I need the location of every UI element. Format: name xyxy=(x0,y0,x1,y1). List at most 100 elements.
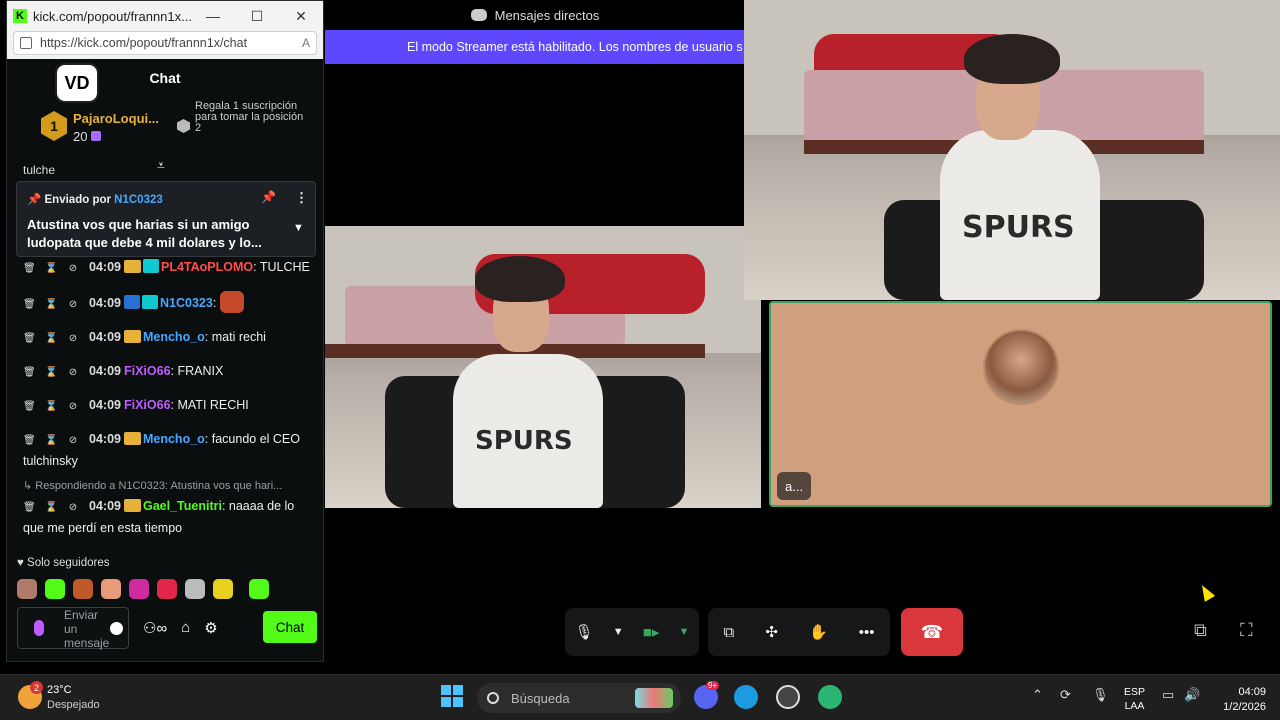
leader-name[interactable]: PajaroLoqui... xyxy=(73,111,159,126)
timeout-icon[interactable]: ⌛ xyxy=(45,295,57,315)
mic-tray-icon[interactable]: 🎙 xyxy=(1092,687,1109,703)
more-icon[interactable]: ••• xyxy=(859,624,875,641)
taskbar-search[interactable]: Búsqueda xyxy=(477,683,681,713)
message-input[interactable]: Enviar un mensaje xyxy=(17,607,129,650)
ban-icon[interactable]: ⊘ xyxy=(67,498,79,518)
sync-icon[interactable]: ⟳ xyxy=(1060,687,1071,703)
scroll-down-icon[interactable]: ⩡ xyxy=(157,157,165,174)
message-username[interactable]: Mencho_o xyxy=(143,330,205,344)
pin-icon[interactable]: 📌 xyxy=(261,190,276,204)
kick-icon: K xyxy=(13,9,27,23)
message-time: 04:09 xyxy=(89,330,121,344)
message-time: 04:09 xyxy=(89,364,121,378)
temperature[interactable]: 23°C xyxy=(47,684,72,696)
gear-icon[interactable]: ⚙ xyxy=(204,619,217,637)
audio-video-controls: 🎙 ▼ ■▸ ▼ xyxy=(565,608,699,656)
ban-icon[interactable]: ⊘ xyxy=(67,295,79,315)
message-username[interactable]: Mencho_o xyxy=(143,432,205,446)
timeout-icon[interactable]: ⌛ xyxy=(45,431,57,451)
trash-icon[interactable]: 🗑 xyxy=(23,498,36,518)
participant-tile[interactable]: a... xyxy=(769,301,1272,507)
chevron-down-icon[interactable]: ▼ xyxy=(679,626,690,638)
message-text: MATI RECHI xyxy=(177,398,249,412)
weather-condition[interactable]: Despejado xyxy=(47,699,100,711)
store-icon[interactable]: ⌂ xyxy=(181,619,190,637)
chat-message: 🗑 ⌛ ⊘ 04:09 N1C0323: xyxy=(23,291,315,315)
emote[interactable] xyxy=(157,579,177,599)
chevron-up-icon[interactable]: ⌃ xyxy=(1032,687,1043,703)
emote xyxy=(219,291,244,313)
timeout-icon[interactable]: ⌛ xyxy=(45,498,57,518)
message-username[interactable]: FiXiO66 xyxy=(124,398,171,412)
emote[interactable] xyxy=(129,579,149,599)
emoji-icon[interactable] xyxy=(110,622,123,635)
avatar xyxy=(983,329,1059,405)
message-username[interactable]: FiXiO66 xyxy=(124,364,171,378)
network-icon[interactable]: ▭ xyxy=(1162,687,1174,703)
reader-mode-icon[interactable]: A xyxy=(302,36,310,50)
start-button[interactable] xyxy=(441,685,463,707)
more-options-icon[interactable]: ⋮ xyxy=(295,190,308,206)
edge-profile-icon[interactable] xyxy=(818,685,842,709)
fullscreen-icon[interactable]: ⛶ xyxy=(1240,620,1253,641)
video-tile-secondary[interactable]: SPURS xyxy=(744,0,1280,300)
timeout-icon[interactable]: ⌛ xyxy=(45,329,57,349)
message-username[interactable]: PL4TAoPLOMO xyxy=(161,260,253,274)
emote[interactable] xyxy=(73,579,93,599)
chevron-down-icon[interactable]: ▼ xyxy=(613,626,624,638)
emote[interactable] xyxy=(45,579,65,599)
trash-icon[interactable]: 🗑 xyxy=(23,397,36,417)
trash-icon[interactable]: 🗑 xyxy=(23,295,36,315)
url-field[interactable]: https://kick.com/popout/frannn1x/chat A xyxy=(13,31,317,55)
discord-icon xyxy=(470,9,487,21)
users-icon[interactable]: ⚇∞ xyxy=(143,619,167,637)
clock[interactable]: 04:09 1/2/2026 xyxy=(1214,685,1266,715)
vip-badge-icon xyxy=(123,295,140,309)
emote[interactable] xyxy=(17,579,37,599)
ban-icon[interactable]: ⊘ xyxy=(67,259,79,279)
close-button[interactable]: ✕ xyxy=(279,8,323,25)
mic-icon[interactable]: 🎙 xyxy=(575,623,594,641)
trash-icon[interactable]: 🗑 xyxy=(23,329,36,349)
timeout-icon[interactable]: ⌛ xyxy=(45,259,57,279)
trash-icon[interactable]: 🗑 xyxy=(23,431,36,451)
sub-badge-icon xyxy=(141,295,158,309)
edge-icon[interactable] xyxy=(734,685,758,709)
volume-icon[interactable]: 🔊 xyxy=(1184,687,1200,703)
gift-prompt[interactable]: Regala 1 suscripción para tomar la posic… xyxy=(195,101,305,134)
ban-icon[interactable]: ⊘ xyxy=(67,397,79,417)
emote[interactable] xyxy=(249,579,269,599)
trash-icon[interactable]: 🗑 xyxy=(23,259,36,279)
language-indicator[interactable]: ESP LAA xyxy=(1124,685,1145,713)
soundboard-icon[interactable]: ✋ xyxy=(809,623,828,641)
ban-icon[interactable]: ⊘ xyxy=(67,329,79,349)
ban-icon[interactable]: ⊘ xyxy=(67,363,79,383)
video-tile-main[interactable]: SPURS xyxy=(325,226,761,508)
emote[interactable] xyxy=(213,579,233,599)
minimize-button[interactable]: — xyxy=(191,8,235,24)
ban-icon[interactable]: ⊘ xyxy=(67,431,79,451)
chevron-down-icon[interactable]: ▼ xyxy=(293,222,304,234)
screen-share-icon[interactable]: ⧉ xyxy=(724,624,735,641)
end-call-button[interactable]: ☎ xyxy=(901,608,963,656)
message-username[interactable]: N1C0323 xyxy=(160,296,213,310)
emote[interactable] xyxy=(101,579,121,599)
reply-context[interactable]: ↳ Respondiendo a N1C0323: Atustina vos q… xyxy=(23,479,315,492)
trash-icon[interactable]: 🗑 xyxy=(23,363,36,383)
timeout-icon[interactable]: ⌛ xyxy=(45,363,57,383)
timeout-icon[interactable]: ⌛ xyxy=(45,397,57,417)
discord-title: Mensajes directos xyxy=(325,0,745,30)
popout-icon[interactable]: ⧉ xyxy=(1194,620,1207,641)
app-icon[interactable] xyxy=(776,685,800,709)
mic-icon[interactable] xyxy=(34,620,44,636)
activities-icon[interactable]: ✣ xyxy=(765,623,778,641)
message-username[interactable]: Gael_Tuenitri xyxy=(143,499,222,513)
send-chat-button[interactable]: Chat xyxy=(263,611,317,643)
chat-title: Chat xyxy=(149,70,181,86)
camera-icon[interactable]: ■▸ xyxy=(643,623,660,641)
maximize-button[interactable]: ☐ xyxy=(235,8,279,25)
chat-message: 🗑 ⌛ ⊘ 04:09 Gael_Tuenitri: naaaa de lo que m… xyxy=(23,498,295,535)
emote[interactable] xyxy=(185,579,205,599)
page-info-icon[interactable] xyxy=(20,37,32,49)
pinned-message[interactable]: 📌 Enviado por N1C0323 📌 ⋮ Atustina vos q… xyxy=(16,181,316,257)
